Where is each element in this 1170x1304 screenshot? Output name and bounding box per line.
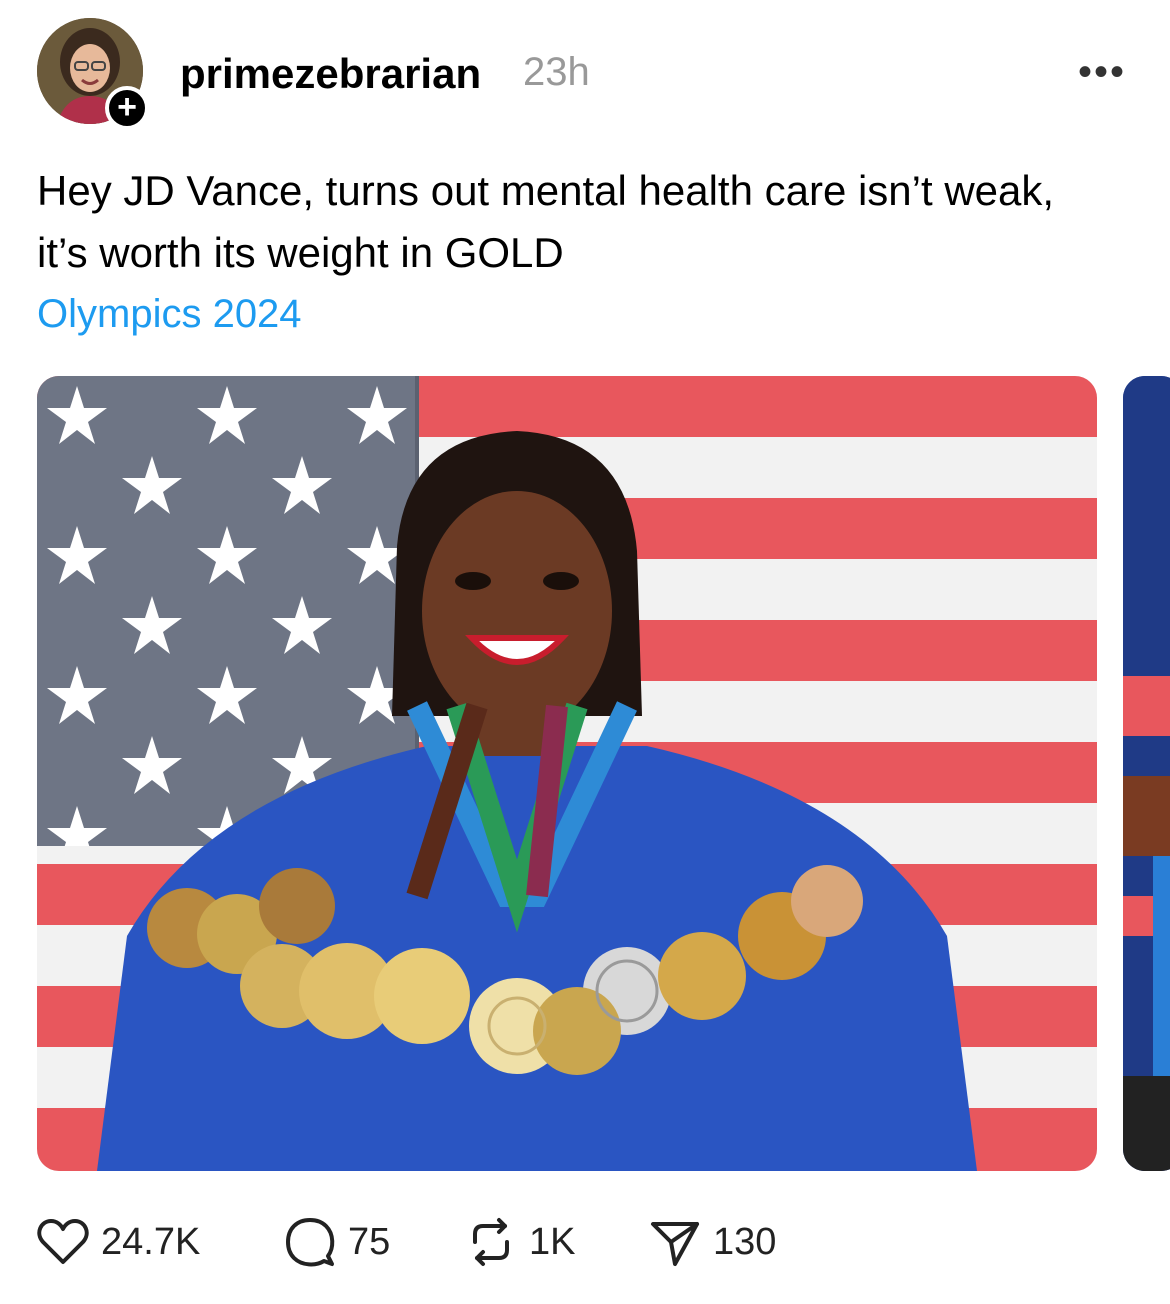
- reply-count: 75: [348, 1220, 391, 1263]
- heart-icon: [37, 1219, 89, 1264]
- send-icon: [651, 1222, 699, 1266]
- share-count: 130: [713, 1220, 777, 1263]
- more-options-icon[interactable]: •••: [1078, 50, 1126, 95]
- share-button[interactable]: 130: [649, 1212, 776, 1272]
- photo-icon-2: [1123, 376, 1170, 1171]
- like-button[interactable]: 24.7K: [37, 1212, 200, 1272]
- avatar[interactable]: +: [37, 18, 149, 130]
- like-count: 24.7K: [101, 1220, 201, 1263]
- comment-icon: [286, 1218, 335, 1267]
- reply-button[interactable]: 75: [284, 1212, 390, 1272]
- repost-icon: [473, 1218, 509, 1266]
- repost-count: 1K: [529, 1220, 576, 1263]
- post-time: 23h: [523, 50, 590, 94]
- post-actions: 24.7K 75 1K 130: [37, 1212, 1137, 1272]
- post-image[interactable]: [37, 376, 1097, 1171]
- photo-icon: [37, 376, 1097, 1171]
- post-image-2[interactable]: [1123, 376, 1170, 1171]
- post-text: Hey JD Vance, turns out mental health ca…: [37, 167, 1055, 276]
- repost-button[interactable]: 1K: [465, 1212, 575, 1272]
- username[interactable]: primezebrarian: [180, 50, 481, 98]
- follow-plus-icon[interactable]: +: [105, 86, 149, 130]
- topic-tag[interactable]: Olympics 2024: [37, 292, 302, 337]
